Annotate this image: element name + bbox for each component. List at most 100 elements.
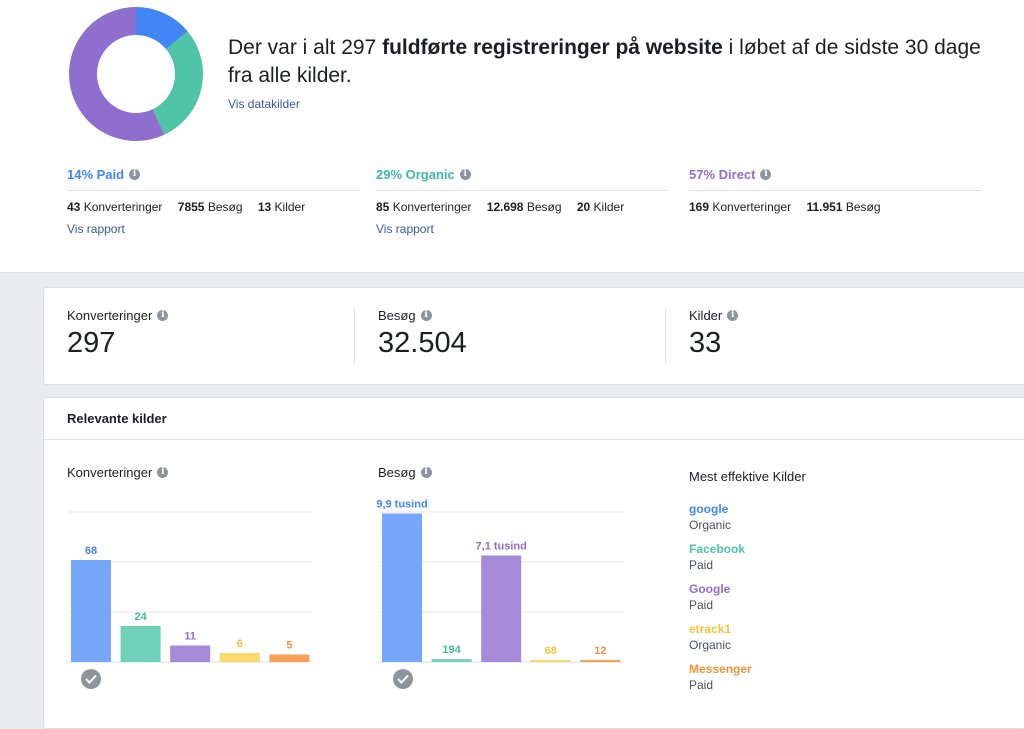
source-name: Google	[689, 582, 731, 596]
organic-conversions-value: 85	[376, 200, 390, 214]
conversions-chart-title-text: Konverteringer	[67, 465, 153, 480]
relevant-sources-card: Relevante kilder Konverteringer i 68 24 11…	[43, 397, 1024, 729]
bar-facebook[interactable]	[120, 626, 161, 662]
source-donut-chart	[69, 7, 203, 141]
kpi-conversions: Konverteringer i 297	[67, 308, 169, 360]
donut-slice-direct	[69, 7, 165, 141]
direct-visits-label: Besøg	[845, 200, 881, 214]
kpi-divider	[665, 308, 666, 364]
kpi-sources-label-text: Kilder	[689, 308, 723, 323]
source-name: etrack1	[689, 622, 732, 636]
paid-report-link[interactable]: Vis rapport	[67, 222, 359, 236]
bar-facebook[interactable]	[431, 659, 472, 662]
bar-google[interactable]	[481, 555, 522, 663]
kpi-conversions-label-text: Konverteringer	[67, 308, 153, 323]
segment-paid-title: 14% Paid i	[67, 166, 359, 182]
relevant-sources-header: Relevante kilder	[44, 398, 1024, 440]
paid-conversions-label: Konverteringer	[83, 200, 163, 214]
bar-value-label: 11	[184, 631, 196, 643]
kpi-visits-label-text: Besøg	[378, 308, 416, 323]
visits-chart-title-text: Besøg	[378, 465, 416, 480]
info-icon[interactable]: i	[157, 467, 169, 478]
segment-direct-stats: 169 Konverteringer 11.951 Besøg	[689, 200, 981, 214]
source-type: Organic	[689, 638, 732, 652]
segment-organic: 29% Organic i 85 Konverteringer 12.698 B…	[376, 166, 668, 236]
bar-google[interactable]	[71, 560, 111, 662]
direct-conversions-value: 169	[689, 200, 710, 214]
view-data-sources-link[interactable]: Vis datakilder	[228, 97, 300, 111]
segment-organic-title-text: 29% Organic	[376, 166, 455, 182]
kpi-divider	[354, 308, 355, 364]
kpi-visits-value: 32.504	[378, 327, 467, 359]
bar-value-label: 68	[85, 545, 97, 557]
summary-panel: Der var i alt 297 fuldførte registrering…	[0, 0, 1024, 273]
source-item[interactable]: Google Paid	[689, 582, 989, 612]
kpi-sources-value: 33	[689, 327, 722, 359]
bar-value-label: 9,9 tusind	[376, 499, 427, 511]
bar-google[interactable]	[382, 513, 422, 663]
conversions-chart-title: Konverteringer i	[67, 465, 169, 480]
segment-divider	[67, 190, 359, 191]
segment-paid: 14% Paid i 43 Konverteringer 7855 Besøg …	[67, 166, 359, 236]
kpi-visits-label: Besøg i	[378, 308, 467, 323]
kpi-conversions-value: 297	[67, 327, 116, 359]
bar-value-label: 12	[594, 645, 606, 657]
segment-divider	[689, 190, 981, 191]
info-icon[interactable]: i	[459, 168, 471, 180]
bar-messenger[interactable]	[269, 654, 310, 663]
direct-conversions-label: Konverteringer	[712, 200, 792, 214]
info-icon[interactable]: i	[129, 168, 141, 180]
most-effective-sources: Mest effektive Kilder google Organic Faceb…	[689, 469, 989, 702]
kpi-sources-label: Kilder i	[689, 308, 739, 323]
headline-text-bold: fuldførte registreringer på website	[382, 36, 723, 59]
source-item[interactable]: google Organic	[689, 502, 989, 532]
source-item[interactable]: etrack1 Organic	[689, 622, 989, 652]
bar-google[interactable]	[170, 645, 211, 663]
organic-report-link[interactable]: Vis rapport	[376, 222, 668, 236]
bar-value-label: 5	[286, 640, 292, 652]
paid-sources-value: 13	[257, 200, 272, 214]
headline-text-pre: Der var i alt 297	[228, 36, 383, 59]
bar-value-label: 6	[237, 638, 243, 650]
summary-headline: Der var i alt 297 fuldførte registrering…	[228, 34, 1008, 90]
kpi-sources: Kilder i 33	[689, 308, 739, 360]
paid-sources-label: Kilder	[274, 200, 306, 214]
paid-visits-value: 7855	[177, 200, 205, 214]
organic-visits-value: 12.698	[486, 200, 524, 214]
paid-conversions-value: 43	[67, 200, 81, 214]
info-icon[interactable]: i	[420, 310, 432, 321]
bar-messenger[interactable]	[580, 660, 621, 662]
segment-organic-stats: 85 Konverteringer 12.698 Besøg 20 Kilder	[376, 200, 668, 214]
bar-etrack1[interactable]	[219, 653, 260, 662]
kpi-conversions-label: Konverteringer i	[67, 308, 169, 323]
organic-sources-label: Kilder	[593, 200, 625, 214]
source-item[interactable]: Messenger Paid	[689, 662, 989, 692]
source-type: Organic	[689, 518, 732, 532]
verified-badge-icon	[81, 669, 101, 689]
info-icon[interactable]: i	[157, 310, 169, 321]
source-item[interactable]: Facebook Paid	[689, 542, 989, 572]
visits-chart-title: Besøg i	[378, 465, 432, 480]
segment-paid-stats: 43 Konverteringer 7855 Besøg 13 Kilder	[67, 200, 359, 214]
segment-direct-title-text: 57% Direct	[689, 166, 756, 182]
source-type: Paid	[689, 558, 714, 572]
segment-divider	[376, 190, 668, 191]
bar-value-label: 7,1 tusind	[476, 541, 527, 553]
bar-etrack1[interactable]	[530, 660, 571, 662]
organic-conversions-label: Konverteringer	[392, 200, 472, 214]
source-type: Paid	[689, 598, 714, 612]
info-icon[interactable]: i	[420, 467, 432, 478]
most-effective-sources-title: Mest effektive Kilder	[689, 469, 806, 484]
conversions-bar-chart: 68 24 11 6 5	[67, 511, 313, 663]
info-icon[interactable]: i	[760, 168, 772, 180]
organic-sources-value: 20	[576, 200, 591, 214]
paid-visits-label: Besøg	[207, 200, 243, 214]
verified-badge-icon	[393, 669, 413, 689]
donut-slice-paid	[135, 7, 188, 50]
bar-value-label: 194	[442, 644, 461, 656]
bar-value-label: 68	[545, 645, 557, 657]
info-icon[interactable]: i	[727, 310, 739, 321]
source-type: Paid	[689, 678, 714, 692]
donut-slice-organic	[151, 31, 203, 135]
kpi-visits: Besøg i 32.504	[378, 308, 467, 360]
